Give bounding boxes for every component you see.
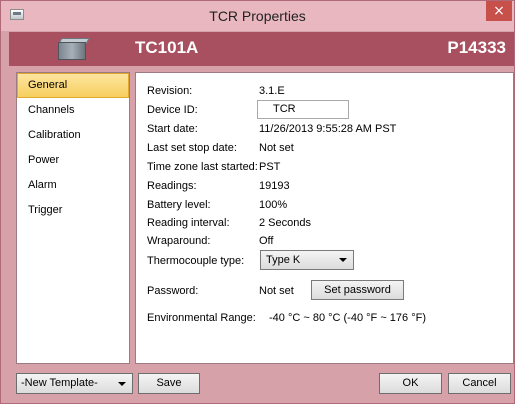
timezone-label: Time zone last started:: [147, 161, 258, 173]
timezone-value: PST: [259, 161, 281, 173]
interval-value: 2 Seconds: [259, 217, 311, 229]
template-selected: -New Template-: [21, 377, 98, 389]
device-icon: [58, 38, 90, 61]
cancel-button[interactable]: Cancel: [448, 373, 511, 394]
readings-label: Readings:: [147, 180, 197, 192]
nav-item-general[interactable]: General: [17, 73, 129, 98]
device-serial: P14333: [447, 38, 506, 57]
thermocouple-label: Thermocouple type:: [147, 255, 245, 267]
env-range-value: -40 °C ~ 80 °C (-40 °F ~ 176 °F): [269, 312, 426, 324]
readings-value: 19193: [259, 180, 290, 192]
battery-label: Battery level:: [147, 199, 211, 211]
nav-item-power[interactable]: Power: [17, 148, 129, 173]
wraparound-value: Off: [259, 235, 274, 247]
device-id-label: Device ID:: [147, 104, 198, 116]
last-stop-value: Not set: [259, 142, 294, 154]
start-date-label: Start date:: [147, 123, 198, 135]
ok-button[interactable]: OK: [379, 373, 442, 394]
general-panel: Revision: 3.1.E Device ID: TCR Start dat…: [135, 72, 514, 364]
revision-label: Revision:: [147, 85, 193, 97]
save-button[interactable]: Save: [138, 373, 200, 394]
thermocouple-selected: Type K: [266, 254, 301, 266]
last-stop-label: Last set stop date:: [147, 142, 237, 154]
close-button[interactable]: ×: [486, 1, 512, 21]
title-bar[interactable]: TCR Properties ×: [1, 1, 514, 31]
battery-value: 100%: [259, 199, 288, 211]
window-title: TCR Properties: [209, 8, 306, 24]
properties-window: TCR Properties × TC101A P14333 General C…: [0, 0, 515, 404]
chevron-down-icon: [118, 382, 126, 386]
nav-item-alarm[interactable]: Alarm: [17, 173, 129, 198]
template-select[interactable]: -New Template-: [16, 373, 133, 394]
interval-label: Reading interval:: [147, 217, 230, 229]
password-label: Password:: [147, 285, 199, 297]
password-value: Not set: [259, 285, 294, 297]
nav-item-trigger[interactable]: Trigger: [17, 198, 129, 223]
thermocouple-select[interactable]: Type K: [260, 250, 354, 270]
set-password-button[interactable]: Set password: [311, 280, 404, 300]
device-id-field[interactable]: TCR: [257, 100, 349, 119]
nav-item-calibration[interactable]: Calibration: [17, 123, 129, 148]
nav-item-channels[interactable]: Channels: [17, 98, 129, 123]
wraparound-label: Wraparound:: [147, 235, 211, 247]
device-header: TC101A P14333: [9, 32, 514, 66]
env-range-label: Environmental Range:: [147, 312, 256, 324]
device-model: TC101A: [135, 38, 199, 57]
chevron-down-icon: [339, 258, 347, 262]
revision-value: 3.1.E: [259, 85, 285, 97]
sidebar-nav: General Channels Calibration Power Alarm…: [16, 72, 130, 364]
start-date-value: 11/26/2013 9:55:28 AM PST: [259, 123, 397, 135]
